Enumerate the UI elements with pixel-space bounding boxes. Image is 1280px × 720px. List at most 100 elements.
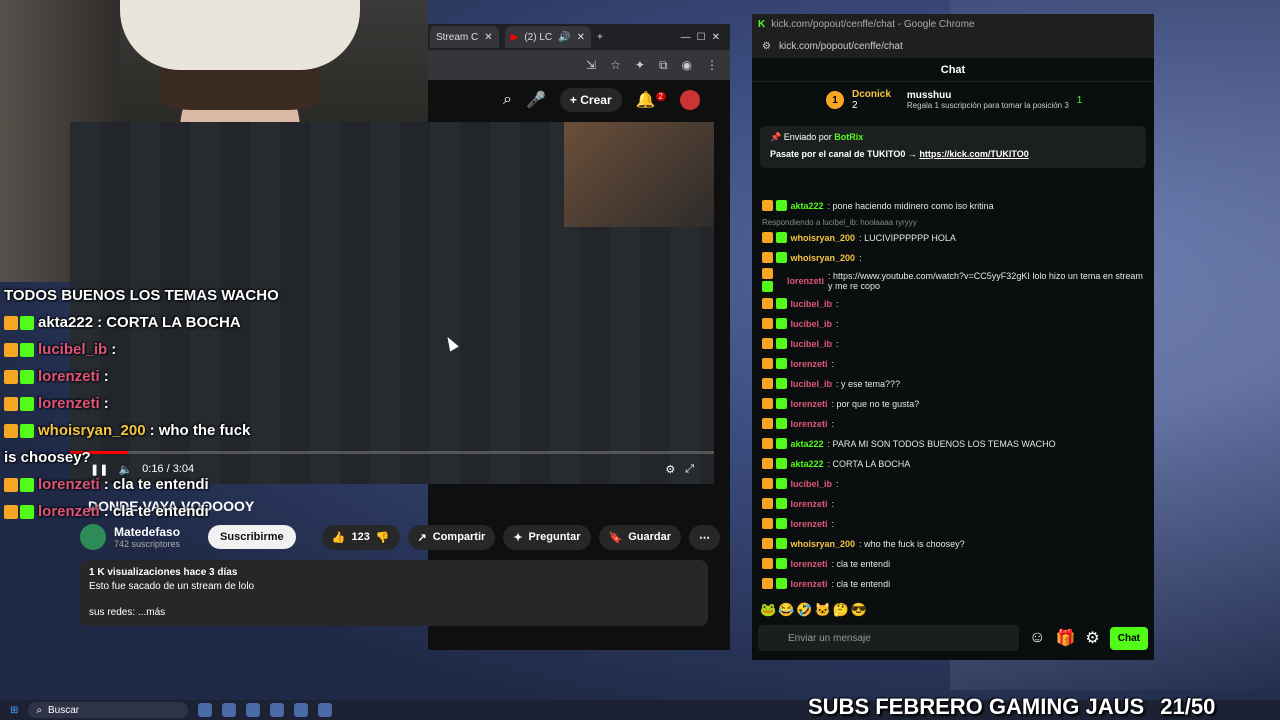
chat-message[interactable]: whoisryan_200: bbox=[762, 248, 1144, 268]
ask-button[interactable]: ✦ Preguntar bbox=[503, 524, 591, 550]
chat-username[interactable]: lorenzeti bbox=[791, 519, 828, 529]
chat-message[interactable]: lorenzeti: bbox=[762, 494, 1144, 514]
fullscreen-icon[interactable]: ⤢ bbox=[685, 463, 694, 476]
subscribe-button[interactable]: Suscribirme bbox=[208, 525, 296, 549]
chat-message[interactable]: whoisryan_200: who the fuck is choosey? bbox=[762, 534, 1144, 554]
chat-username[interactable]: whoisryan_200 bbox=[791, 539, 856, 549]
gift-icon[interactable]: 🎁 bbox=[1056, 628, 1076, 648]
edge-icon[interactable] bbox=[222, 703, 237, 717]
share-button[interactable]: ↗ Compartir bbox=[407, 524, 496, 550]
explorer-icon[interactable] bbox=[246, 703, 261, 717]
save-button[interactable]: 🔖 Guardar bbox=[598, 524, 681, 550]
chat-message[interactable]: akta222: PARA MI SON TODOS BUENOS LOS TE… bbox=[762, 434, 1144, 454]
mic-icon[interactable]: 🎤 bbox=[526, 90, 546, 110]
obs-icon[interactable] bbox=[318, 703, 333, 717]
chat-message[interactable]: lorenzeti: cla te entendi bbox=[762, 554, 1144, 574]
chat-message[interactable]: lucibel_ib: y ese tema??? bbox=[762, 374, 1144, 394]
puzzle-icon[interactable]: ⧉ bbox=[659, 58, 668, 73]
overlay-username: whoisryan_200 bbox=[38, 422, 146, 439]
chat-username[interactable]: lucibel_ib bbox=[791, 339, 833, 349]
account-avatar[interactable] bbox=[680, 90, 700, 110]
chat-username[interactable]: lucibel_ib bbox=[791, 319, 833, 329]
chat-username[interactable]: lucibel_ib bbox=[791, 479, 833, 489]
chat-username[interactable]: lorenzeti bbox=[791, 559, 828, 569]
menu-icon[interactable]: ⋮ bbox=[706, 58, 718, 72]
settings-icon[interactable]: ⚙ bbox=[665, 463, 675, 476]
chat-username[interactable]: whoisryan_200 bbox=[791, 253, 856, 263]
windows-icon[interactable]: ⊞ bbox=[10, 705, 18, 716]
thumbs-down-icon[interactable]: 👎 bbox=[376, 531, 390, 544]
leader-2-name[interactable]: musshuu bbox=[907, 90, 1069, 101]
chat-username[interactable]: whoisryan_200 bbox=[791, 233, 856, 243]
bookmark-icon: 🔖 bbox=[608, 531, 623, 544]
chrome-icon[interactable] bbox=[270, 703, 285, 717]
new-tab-icon[interactable]: + bbox=[597, 32, 603, 43]
star-icon[interactable]: ☆ bbox=[610, 58, 621, 72]
description-more[interactable]: sus redes: ...más bbox=[89, 606, 699, 620]
chat-message[interactable]: lucibel_ib: bbox=[762, 334, 1144, 354]
chat-message[interactable]: lucibel_ib: bbox=[762, 294, 1144, 314]
chat-message[interactable]: lorenzeti: bbox=[762, 414, 1144, 434]
channel-name[interactable]: Matedefaso bbox=[114, 525, 180, 539]
pinned-message[interactable]: 📌 Enviado por BotRix Pasate por el canal… bbox=[760, 126, 1146, 168]
chat-message[interactable]: whoisryan_200: LUCIVIPPPPPP HOLA bbox=[762, 228, 1144, 248]
cowboy-hat bbox=[120, 0, 360, 70]
taskview-icon[interactable] bbox=[198, 703, 213, 717]
like-button[interactable]: 👍 123 👎 bbox=[321, 524, 400, 550]
url-bar[interactable]: ⚙ kick.com/popout/cenffe/chat bbox=[752, 34, 1154, 58]
chat-username[interactable]: lucibel_ib bbox=[791, 379, 833, 389]
chat-username[interactable]: akta222 bbox=[791, 201, 824, 211]
chat-text: : bbox=[831, 519, 835, 529]
user-badge-icons bbox=[762, 337, 787, 351]
close-icon[interactable]: ✕ bbox=[577, 32, 585, 43]
chat-message[interactable]: akta222: pone haciendo midinero como iso… bbox=[762, 196, 1144, 216]
extension-icon[interactable]: ✦ bbox=[635, 58, 645, 72]
chat-username[interactable]: lorenzeti bbox=[791, 419, 828, 429]
tab-youtube[interactable]: ▶ (2) LC 🔊 ✕ bbox=[504, 26, 591, 48]
leader-1-name[interactable]: Dconick bbox=[852, 89, 891, 100]
chat-message[interactable]: lorenzeti: bbox=[762, 354, 1144, 374]
pinned-link[interactable]: https://kick.com/TUKITO0 bbox=[919, 149, 1028, 159]
close-icon[interactable]: ✕ bbox=[484, 32, 492, 43]
search-icon[interactable]: ⌕ bbox=[503, 91, 512, 109]
subscriber-count: 742 suscriptores bbox=[114, 539, 181, 549]
chat-username[interactable]: lorenzeti bbox=[787, 276, 824, 286]
chat-message[interactable]: lorenzeti: bbox=[762, 514, 1144, 534]
create-button[interactable]: + Crear bbox=[559, 88, 622, 112]
chat-message[interactable]: lorenzeti: por que no te gusta? bbox=[762, 394, 1144, 414]
chat-username[interactable]: lorenzeti bbox=[791, 499, 828, 509]
more-button[interactable]: ⋯ bbox=[689, 524, 720, 550]
chat-message[interactable]: lorenzeti: cla te entendi bbox=[762, 574, 1144, 594]
video-description[interactable]: 1 K visualizaciones hace 3 días Esto fue… bbox=[80, 560, 708, 626]
channel-avatar[interactable] bbox=[80, 524, 106, 550]
tab-stream[interactable]: Stream C ✕ bbox=[430, 26, 499, 48]
maximize-icon[interactable]: ☐ bbox=[697, 32, 706, 43]
bell-icon[interactable]: 🔔 2 bbox=[636, 90, 666, 110]
chat-username[interactable]: lucibel_ib bbox=[791, 299, 833, 309]
chat-username[interactable]: akta222 bbox=[791, 439, 824, 449]
chat-username[interactable]: akta222 bbox=[791, 459, 824, 469]
chat-username[interactable]: lorenzeti bbox=[791, 399, 828, 409]
emote-bar[interactable]: 🐸😂🤣🐱🤔😎 bbox=[760, 602, 869, 618]
install-icon[interactable]: ⇲ bbox=[586, 58, 596, 72]
pinned-user[interactable]: BotRix bbox=[834, 132, 863, 142]
chat-username[interactable]: lorenzeti bbox=[791, 579, 828, 589]
overlay-text: : bbox=[111, 341, 117, 358]
emoji-icon[interactable]: ☺ bbox=[1029, 629, 1045, 647]
discord-icon[interactable] bbox=[294, 703, 309, 717]
badge-icons bbox=[4, 315, 34, 330]
settings-icon[interactable]: ⚙ bbox=[1085, 628, 1099, 648]
message-input[interactable]: Enviar un mensaje bbox=[758, 625, 1020, 651]
minimize-icon[interactable]: — bbox=[681, 32, 691, 43]
chat-message[interactable]: lorenzeti: https://www.youtube.com/watch… bbox=[762, 268, 1144, 294]
taskbar-search[interactable]: ⌕ Buscar bbox=[28, 702, 189, 718]
chat-message[interactable]: lucibel_ib: bbox=[762, 314, 1144, 334]
chat-send-button[interactable]: Chat bbox=[1109, 626, 1148, 650]
chat-message[interactable]: lucibel_ib: bbox=[762, 474, 1144, 494]
chat-username[interactable]: lorenzeti bbox=[791, 359, 828, 369]
chat-message[interactable]: akta222: CORTA LA BOCHA bbox=[762, 454, 1144, 474]
profile-icon[interactable]: ◉ bbox=[682, 58, 692, 72]
tune-icon[interactable]: ⚙ bbox=[762, 41, 771, 52]
chat-text: : por que no te gusta? bbox=[831, 399, 920, 409]
close-window-icon[interactable]: ✕ bbox=[712, 32, 720, 43]
